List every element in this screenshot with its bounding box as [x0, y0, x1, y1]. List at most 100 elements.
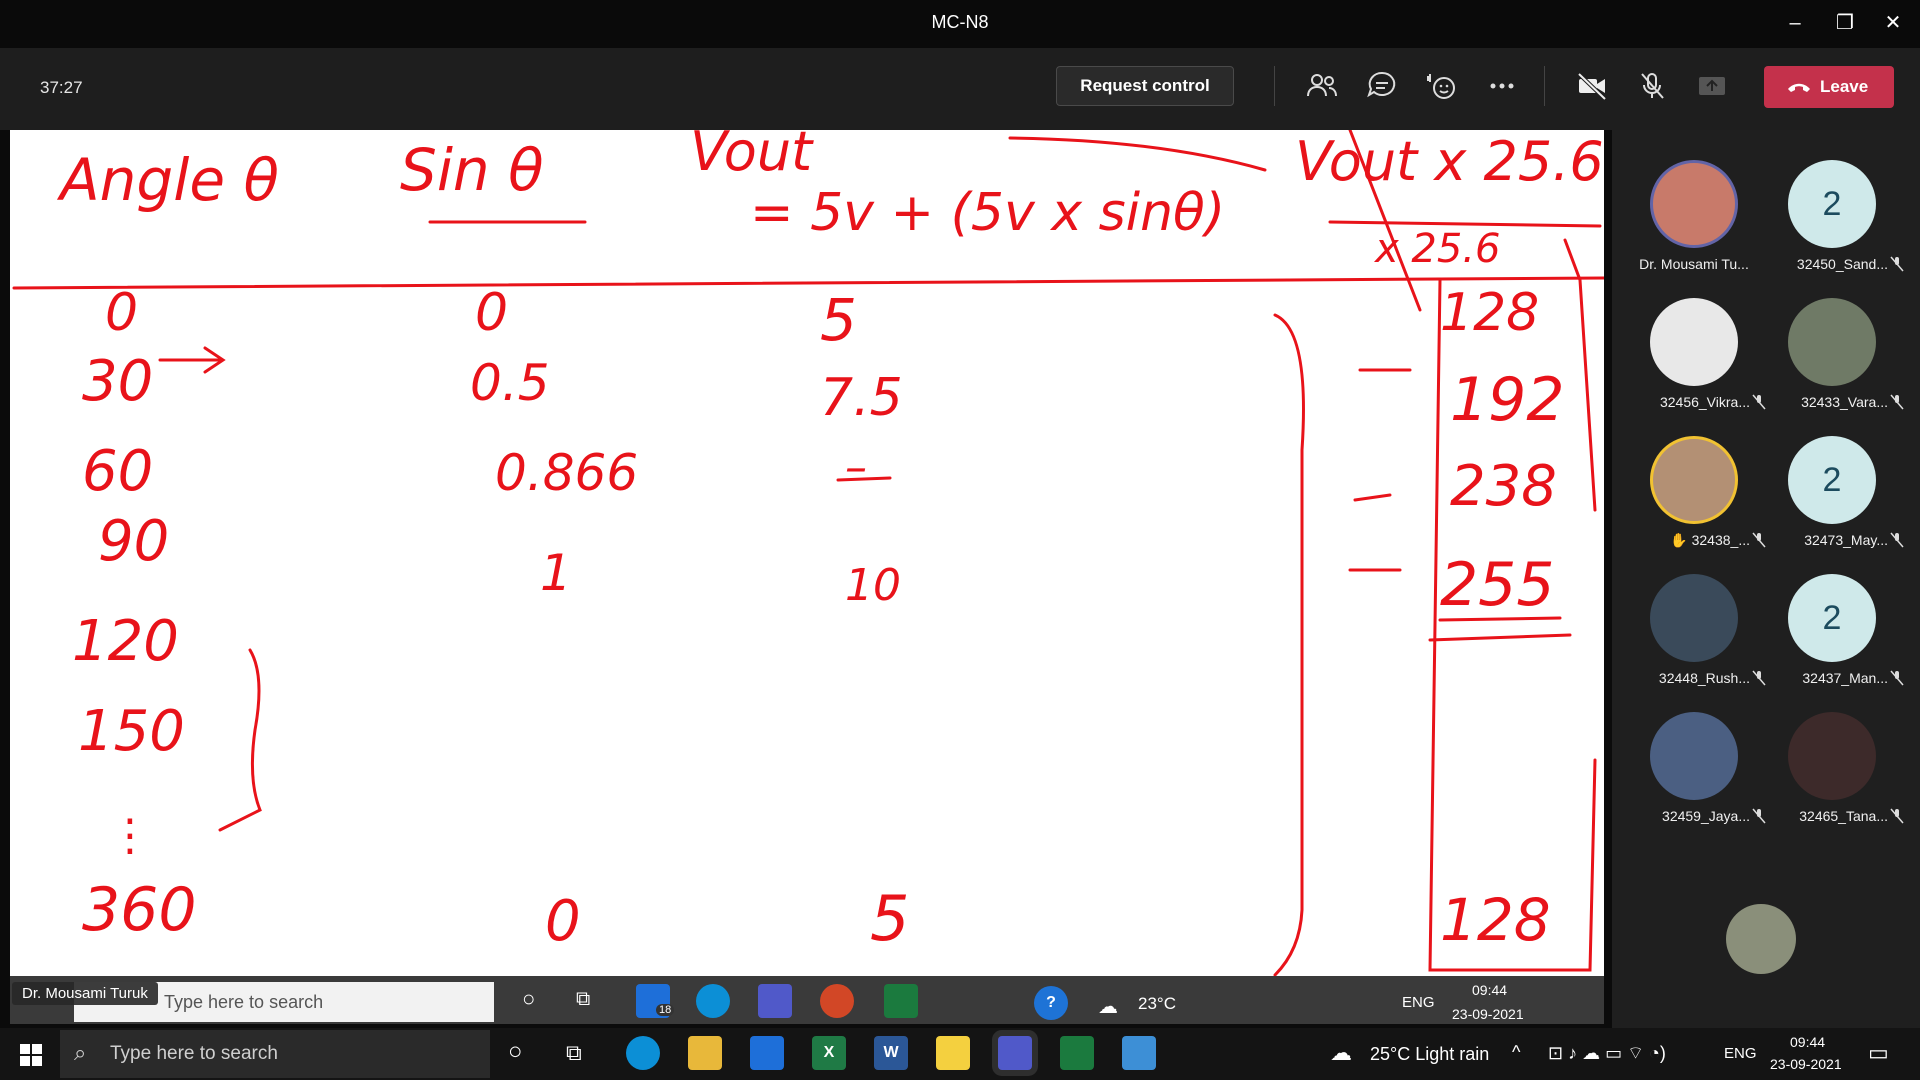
word-icon[interactable]: W [874, 1036, 908, 1070]
avatar-initials: 2 [1788, 574, 1876, 662]
app-icon[interactable] [1060, 1036, 1094, 1070]
brace-angles [218, 648, 262, 832]
file-explorer-icon[interactable] [688, 1036, 722, 1070]
scaled-value: 238 [1450, 454, 1557, 519]
chat-icon[interactable] [1364, 68, 1400, 104]
vout-value: 10 [845, 560, 901, 611]
participant-tile[interactable]: 32433_Vara... [1762, 276, 1904, 410]
scaled-value: 192 [1450, 365, 1565, 435]
participants-icon[interactable] [1304, 68, 1340, 104]
excel-icon[interactable]: X [812, 1036, 846, 1070]
language-indicator[interactable]: ENG [1724, 1045, 1757, 1062]
taskbar-search-input[interactable]: Type here to search [60, 1030, 490, 1078]
header-angle: Angle θ [56, 146, 279, 214]
avatar [1650, 160, 1738, 248]
header-sin: Sin θ [400, 136, 544, 204]
meeting-toolbar: 37:27 Request control Leave [0, 48, 1920, 130]
participant-tile[interactable]: ✋ 32438_... [1624, 414, 1766, 548]
vout-value: 5 [820, 286, 857, 354]
edge-icon[interactable] [626, 1036, 660, 1070]
sin-value: 0.5 [470, 354, 550, 412]
participant-tile[interactable]: 2 32473_May... [1762, 414, 1904, 548]
participants-panel: Dr. Mousami Tu... 2 32450_Sand... 32456_… [1612, 130, 1920, 1028]
mic-muted-icon [1890, 532, 1904, 548]
header-vout-scaled: Vout x 25.6 [1295, 130, 1604, 193]
cortana-icon[interactable]: ○ [508, 1038, 523, 1066]
weather-text[interactable]: 25°C Light rain [1370, 1044, 1489, 1065]
avatar [1650, 712, 1738, 800]
share-screen-icon[interactable] [1694, 68, 1730, 104]
sticky-notes-icon[interactable] [936, 1036, 970, 1070]
window-title-bar: MC-N8 – ❐ ✕ [0, 0, 1920, 48]
teams-icon[interactable] [998, 1036, 1032, 1070]
participant-name: Dr. Mousami Tu... [1639, 256, 1749, 272]
restore-button[interactable]: ❐ [1822, 6, 1868, 40]
header-vout-formula: = 5v + (5v x sinθ) [750, 183, 1225, 243]
minimize-button[interactable]: – [1772, 6, 1818, 40]
system-tray-icons[interactable]: ⊡ ♪ ☁ ▭ ⌔ ◔) [1548, 1042, 1666, 1065]
participant-tile[interactable]: 32456_Vikra... [1624, 276, 1766, 410]
whiteboard-drawing: Angle θ Sin θ Vout = 5v + (5v x sinθ) Vo… [12, 130, 1604, 976]
camera-off-icon[interactable] [1574, 68, 1610, 104]
mic-off-icon[interactable] [1634, 68, 1670, 104]
toolbar-divider [1274, 66, 1275, 106]
vout-value: – [845, 442, 867, 493]
dash [1353, 493, 1392, 502]
self-video-avatar[interactable] [1726, 904, 1796, 974]
brace-left-large [1273, 313, 1305, 976]
angle-value: 30 [82, 349, 153, 414]
angle-value: 360 [82, 875, 197, 945]
participant-name: ✋ 32438_... [1670, 532, 1750, 548]
participant-tile[interactable]: 32448_Rush... [1624, 552, 1766, 686]
mic-muted-icon [1890, 394, 1904, 410]
mail-icon[interactable] [750, 1036, 784, 1070]
mic-muted-icon [1890, 808, 1904, 824]
meeting-timer: 37:27 [40, 78, 83, 97]
sin-value: 0 [475, 283, 508, 343]
arrow [158, 346, 226, 374]
scaled-value: 128 [1440, 886, 1551, 954]
remote-app-icon [884, 984, 918, 1018]
notifications-icon[interactable]: ▭ [1868, 1040, 1889, 1066]
remote-temp: 23°C [1138, 994, 1176, 1013]
participant-tile[interactable]: 2 32450_Sand... [1762, 138, 1904, 272]
clock-time[interactable]: 09:44 [1790, 1034, 1825, 1050]
photos-icon[interactable] [1122, 1036, 1156, 1070]
clock-date[interactable]: 23-09-2021 [1770, 1056, 1842, 1072]
sin-value: 0 [545, 889, 581, 954]
presenter-name-tag: Dr. Mousami Turuk [12, 982, 158, 1005]
remote-lang: ENG [1402, 994, 1435, 1011]
remote-clock-time: 09:44 [1472, 982, 1508, 998]
scaled-value: 255 [1440, 550, 1555, 620]
leave-label: Leave [1820, 77, 1869, 96]
avatar [1788, 298, 1876, 386]
sin-value: 1 [540, 544, 572, 602]
leave-button[interactable]: Leave [1764, 66, 1894, 108]
stroke-top [1008, 136, 1267, 172]
header-vout: Vout [690, 130, 814, 183]
remote-mail-badge: 18 [656, 1004, 675, 1016]
participant-tile[interactable]: 32459_Jaya... [1624, 690, 1766, 824]
remote-edge-icon [696, 984, 730, 1018]
angle-value: 150 [78, 699, 185, 764]
task-view-icon[interactable]: ⧉ [566, 1040, 582, 1066]
reactions-icon[interactable] [1424, 68, 1460, 104]
angle-value: 0 [105, 283, 138, 343]
more-options-icon[interactable] [1484, 68, 1520, 104]
search-icon: ⌕ [74, 1040, 87, 1065]
vout-value: 5 [870, 882, 909, 955]
participant-name: 32456_Vikra... [1659, 394, 1750, 410]
participant-tile[interactable]: 32465_Tana... [1762, 690, 1904, 824]
avatar [1650, 298, 1738, 386]
participant-tile[interactable]: 2 32437_Man... [1762, 552, 1904, 686]
remote-clock-date: 23-09-2021 [1452, 1006, 1524, 1022]
participant-name: 32450_Sand... [1796, 256, 1888, 272]
request-control-button[interactable]: Request control [1056, 66, 1234, 106]
shared-screen-whiteboard: Angle θ Sin θ Vout = 5v + (5v x sinθ) Vo… [10, 130, 1604, 976]
remote-teams-icon [758, 984, 792, 1018]
mic-muted-icon [1890, 670, 1904, 686]
chevron-up-icon[interactable]: ^ [1512, 1042, 1520, 1063]
close-button[interactable]: ✕ [1870, 6, 1916, 40]
participant-tile[interactable]: Dr. Mousami Tu... [1624, 138, 1764, 272]
windows-start-icon[interactable] [20, 1044, 42, 1066]
